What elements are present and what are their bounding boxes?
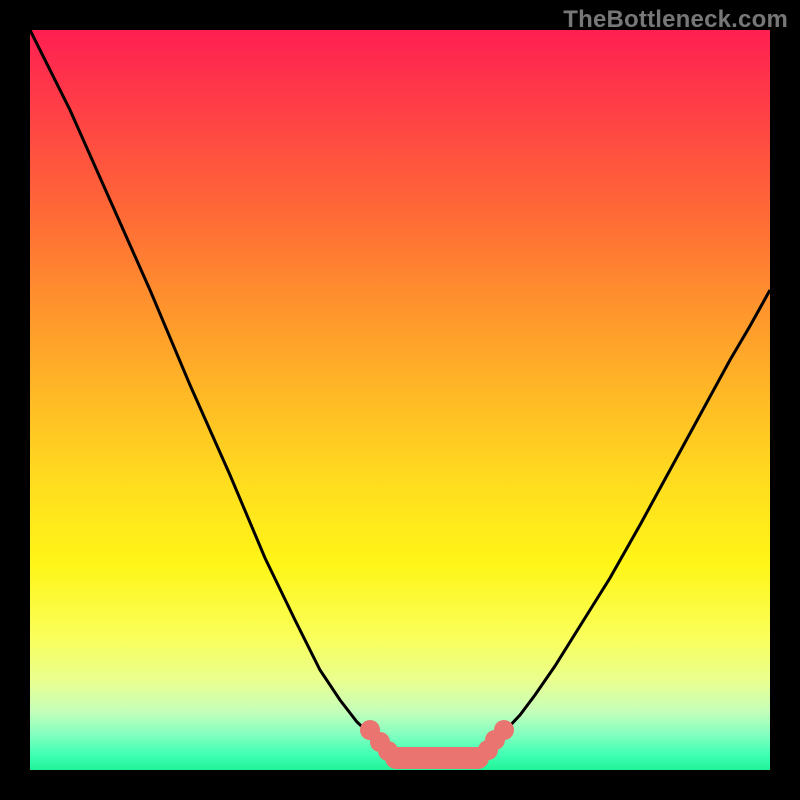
beads-left [360, 720, 398, 761]
chart-area [30, 30, 770, 770]
beads-right [478, 720, 514, 760]
right-curve [478, 290, 770, 758]
bead [478, 740, 498, 760]
left-curve [30, 30, 396, 758]
chart-svg [30, 30, 770, 770]
bead [378, 741, 398, 761]
